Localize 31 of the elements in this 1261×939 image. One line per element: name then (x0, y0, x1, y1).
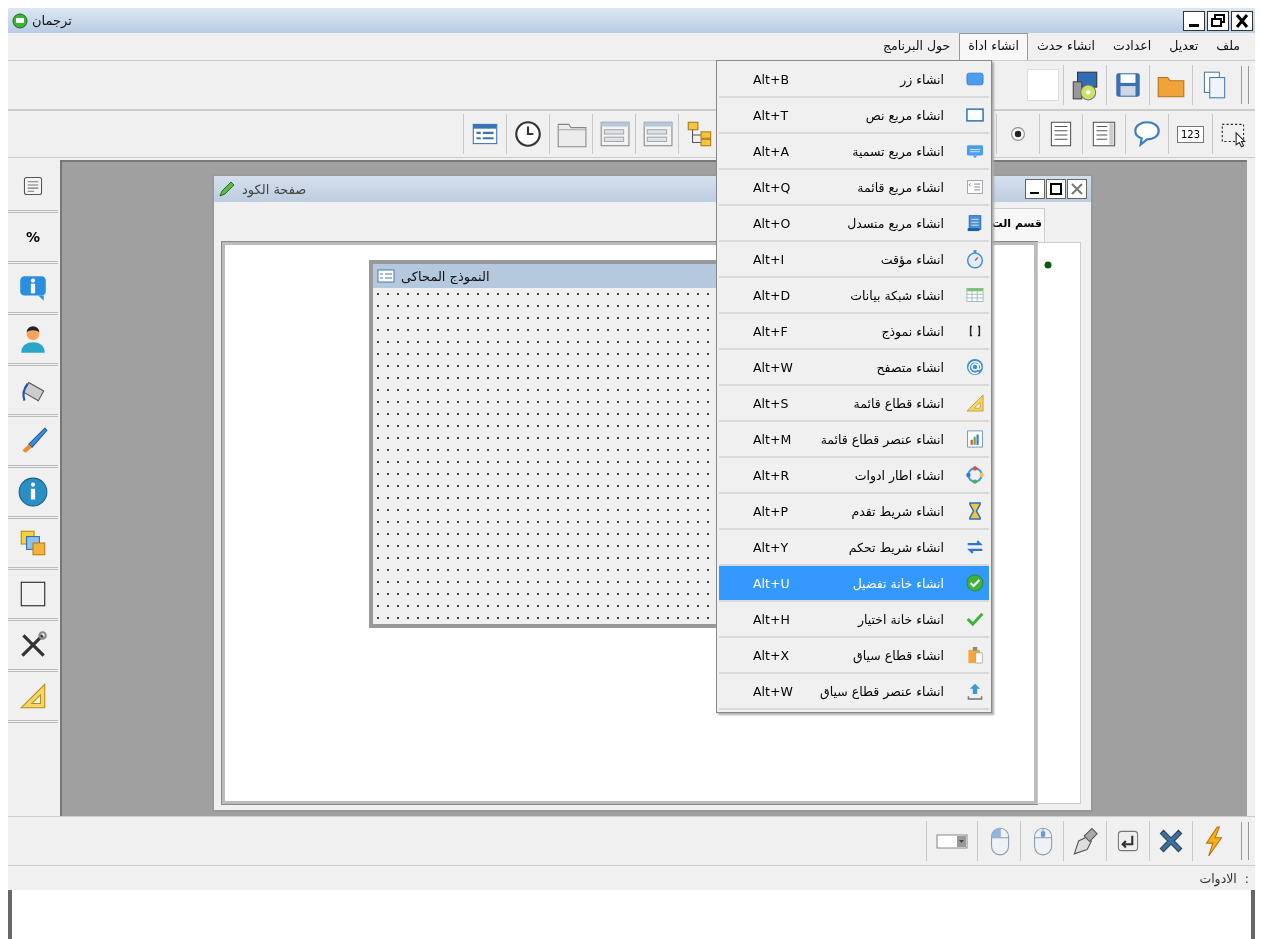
window-title: ترجمان (32, 13, 72, 28)
restore-button[interactable] (1207, 10, 1229, 31)
toolbar-grip[interactable] (1241, 822, 1249, 860)
menu-item[interactable]: انشاء اداة (959, 33, 1029, 60)
form-icon (377, 267, 395, 285)
toolbar-grip[interactable] (1241, 66, 1249, 104)
menu-item[interactable]: حول البرنامج (873, 33, 960, 60)
menu-item[interactable]: اعدادت (1103, 33, 1161, 60)
tools-label: الادوات : (1199, 870, 1249, 886)
stopwatch-icon (964, 248, 986, 270)
minimize-button[interactable] (1183, 10, 1205, 31)
code-window-title: صفحة الكود (242, 181, 307, 197)
app-icon (12, 12, 28, 29)
status-dot-icon (1044, 261, 1052, 269)
menu-item[interactable]: انشاء حدث (1028, 33, 1104, 60)
menu-item[interactable]: ملف (1207, 33, 1249, 60)
check-circle-icon (964, 572, 986, 594)
input-field[interactable] (1027, 69, 1059, 101)
close-button[interactable] (1231, 10, 1253, 31)
form-title: النموذج المحاكى (401, 268, 490, 284)
bar-chart-icon (964, 428, 986, 450)
maximize-button[interactable] (1046, 179, 1066, 199)
ring-icon (964, 464, 986, 486)
menu-item[interactable]: تعديل (1160, 33, 1208, 60)
percent-button[interactable]: % (26, 229, 40, 245)
triangle-ruler-icon (964, 392, 986, 414)
pencil-icon (218, 180, 236, 198)
minimize-button[interactable] (1025, 179, 1045, 199)
at-sign-icon (964, 356, 986, 378)
info-icon[interactable] (17, 476, 49, 508)
counter-icon[interactable]: 123 (1176, 125, 1204, 143)
